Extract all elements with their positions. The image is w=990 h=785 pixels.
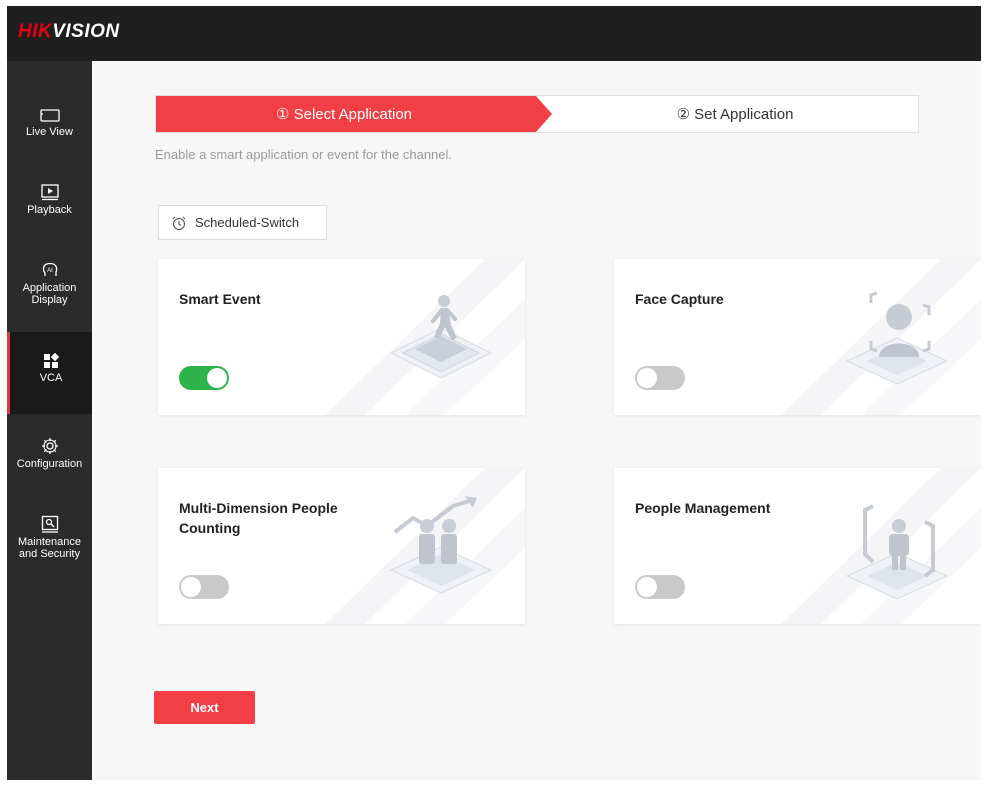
sidebar-item-label: Configuration (16, 458, 83, 470)
scheduled-switch-label: Scheduled-Switch (195, 215, 300, 230)
scheduled-switch-button[interactable]: Scheduled-Switch (158, 205, 327, 240)
logo-white-text: VISION (52, 21, 120, 42)
page-hint: Enable a smart application or event for … (155, 147, 453, 162)
vca-grid-icon (44, 353, 59, 368)
step-set-application[interactable]: ② Set Application (552, 96, 918, 132)
card-people-counting: Multi-Dimension People Counting (158, 468, 525, 624)
monitor-icon (39, 109, 60, 122)
people-counting-toggle[interactable] (179, 575, 229, 599)
sidebar-item-live-view[interactable]: Live View (7, 87, 92, 147)
toggle-knob (637, 368, 657, 388)
toggle-knob (181, 577, 201, 597)
top-bar: HIKVISION (7, 6, 981, 61)
face-scan-icon (845, 291, 949, 385)
card-title: Smart Event (179, 291, 261, 307)
sidebar-item-maintenance-security[interactable]: Maintenance and Security (7, 507, 92, 577)
person-frame-icon (845, 504, 949, 600)
sidebar-item-label: Maintenance and Security (18, 536, 81, 560)
gear-icon (41, 438, 58, 454)
hikvision-logo: HIKVISION (18, 21, 120, 43)
ai-head-icon: AI (42, 262, 57, 276)
step-indicator: ① Select Application ② Set Application (155, 95, 919, 133)
sidebar-item-label: Application Display (22, 282, 77, 306)
sidebar-item-application-display[interactable]: AI Application Display (7, 251, 92, 321)
people-counting-icon (389, 496, 493, 594)
smart-event-toggle[interactable] (179, 366, 229, 390)
face-capture-toggle[interactable] (635, 366, 685, 390)
playback-icon (40, 184, 59, 201)
sidebar-item-label: VCA (39, 372, 63, 384)
card-title: Multi-Dimension People Counting (179, 500, 338, 536)
card-smart-event: Smart Event (158, 259, 525, 415)
card-face-capture: Face Capture (614, 259, 981, 415)
toggle-knob (207, 368, 227, 388)
card-title: Face Capture (635, 291, 724, 307)
maintenance-icon (41, 515, 58, 533)
card-people-management: People Management (614, 468, 981, 624)
svg-text:AI: AI (47, 268, 53, 274)
sidebar-item-label: Playback (27, 204, 72, 216)
app-window: HIKVISION Live View Playback AI Applicat… (7, 6, 981, 780)
alarm-clock-icon (172, 216, 186, 230)
people-management-toggle[interactable] (635, 575, 685, 599)
sidebar-item-label: Live View (26, 126, 73, 138)
sidebar-item-playback[interactable]: Playback (7, 171, 92, 231)
step-select-application[interactable]: ① Select Application (156, 96, 552, 132)
walking-person-icon (389, 295, 493, 379)
logo-red-text: HIK (18, 21, 53, 42)
sidebar-item-configuration[interactable]: Configuration (7, 427, 92, 487)
card-title: People Management (635, 500, 771, 516)
sidebar-item-vca[interactable]: VCA (7, 332, 92, 414)
toggle-knob (637, 577, 657, 597)
main-content: ① Select Application ② Set Application E… (92, 61, 981, 780)
sidebar: Live View Playback AI Application Displa… (7, 61, 92, 780)
next-button[interactable]: Next (154, 691, 255, 724)
